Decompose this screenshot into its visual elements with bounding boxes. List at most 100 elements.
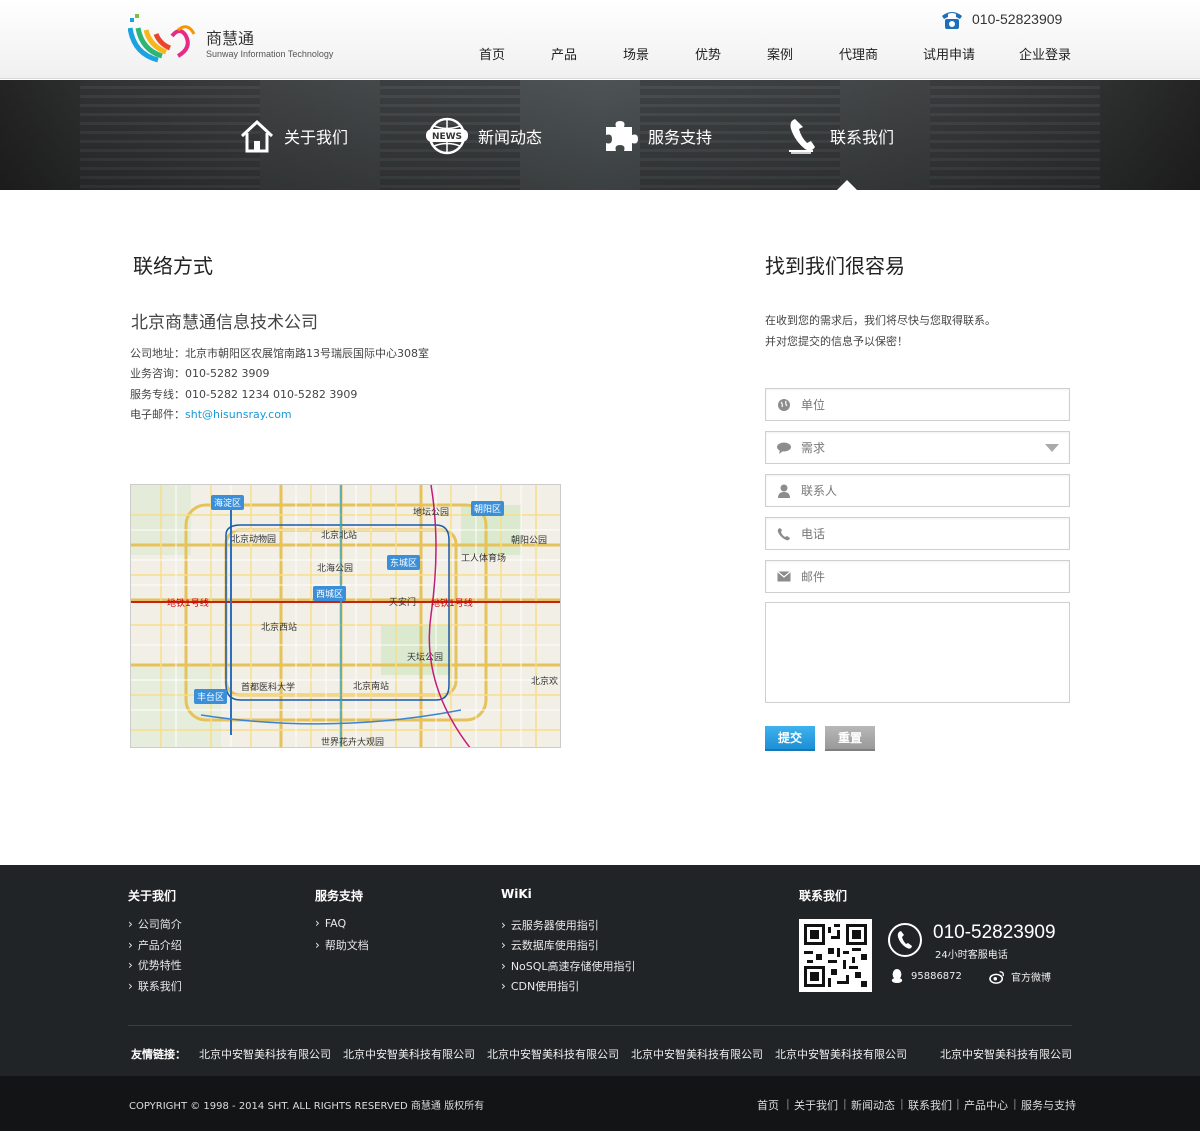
footer-phone-caption: 24小时客服电话 bbox=[935, 950, 1008, 961]
friend-link[interactable]: 北京中安智美科技有限公司 bbox=[199, 1046, 331, 1062]
footer-divider bbox=[128, 1025, 1072, 1026]
friend-link[interactable]: 北京中安智美科技有限公司 bbox=[343, 1046, 475, 1062]
bottom-nav-link[interactable]: 联系我们 bbox=[908, 1097, 952, 1113]
need-select[interactable] bbox=[765, 431, 1070, 464]
map-place: 北京南站 bbox=[353, 682, 390, 692]
footer-phone-number: 010-52823909 bbox=[933, 922, 1056, 943]
sub-nav-banner: 关于我们 NEWS 新闻动态 服务支持 联系我们 bbox=[0, 80, 1200, 190]
friend-link[interactable]: 北京中安智美科技有限公司 bbox=[631, 1046, 763, 1062]
weibo-link[interactable]: 官方微博 bbox=[989, 969, 1051, 984]
nav-scenarios[interactable]: 场景 bbox=[623, 44, 649, 63]
subnav-support-label: 服务支持 bbox=[648, 128, 713, 147]
bottom-nav-link[interactable]: 产品中心 bbox=[964, 1097, 1008, 1113]
footer-link[interactable]: 云数据库使用指引 bbox=[501, 937, 599, 953]
nav-cases[interactable]: 案例 bbox=[767, 44, 793, 63]
email-label: 电子邮件： bbox=[130, 408, 185, 421]
user-icon bbox=[777, 484, 791, 498]
form-intro-line2: 并对您提交的信息予以保密！ bbox=[765, 335, 908, 348]
qq-number: 95886872 bbox=[911, 970, 962, 982]
contact-person-field bbox=[765, 474, 1070, 507]
map-place: 天坛公园 bbox=[407, 653, 444, 663]
speech-bubble-icon bbox=[777, 441, 791, 455]
copyright-text: COPYRIGHT © 1998 - 2014 SHT. ALL RIGHTS … bbox=[129, 1101, 485, 1112]
footer-link[interactable]: CDN使用指引 bbox=[501, 978, 579, 994]
qq-contact[interactable]: 95886872 bbox=[889, 969, 962, 983]
friend-link[interactable]: 北京中安智美科技有限公司 bbox=[940, 1046, 1072, 1062]
reset-button[interactable]: 重置 bbox=[825, 726, 875, 751]
footer-wiki-title: WiKi bbox=[501, 887, 532, 901]
nav-home[interactable]: 首页 bbox=[479, 44, 505, 63]
news-globe-icon: NEWS bbox=[424, 117, 470, 155]
phone-handset-icon bbox=[888, 923, 922, 957]
footer-link[interactable]: 联系我们 bbox=[128, 978, 182, 994]
subnav-contact[interactable]: 联系我们 bbox=[784, 116, 894, 156]
form-intro-line1: 在收到您的需求后，我们将尽快与您取得联系。 bbox=[765, 314, 996, 327]
email-input[interactable] bbox=[801, 569, 1041, 584]
footer-link[interactable]: 公司简介 bbox=[128, 916, 182, 932]
service-row: 服务专线：010-5282 1234 010-5282 3909 bbox=[130, 386, 357, 402]
email-row: 电子邮件：sht@hisunsray.com bbox=[130, 406, 292, 422]
subnav-about-label: 关于我们 bbox=[284, 128, 349, 147]
unit-input[interactable] bbox=[801, 397, 1041, 412]
subnav-support[interactable]: 服务支持 bbox=[602, 116, 712, 156]
separator: | bbox=[956, 1097, 960, 1110]
subnav-about[interactable]: 关于我们 bbox=[238, 116, 348, 156]
nav-trial[interactable]: 试用申请 bbox=[923, 44, 975, 63]
header-phone-number: 010-52823909 bbox=[972, 11, 1063, 27]
qr-code-icon bbox=[804, 924, 867, 987]
chevron-down-icon[interactable] bbox=[1045, 444, 1059, 452]
consult-label: 业务咨询： bbox=[130, 367, 185, 380]
friend-link[interactable]: 北京中安智美科技有限公司 bbox=[775, 1046, 907, 1062]
location-map[interactable]: 海淀区 朝阳区 东城区 西城区 丰台区 北京动物园 北京北站 地坛公园 朝阳公园… bbox=[130, 484, 561, 748]
map-subway-line: 地铁1号线 bbox=[431, 599, 473, 609]
contact-person-input[interactable] bbox=[801, 483, 1041, 498]
nav-products[interactable]: 产品 bbox=[551, 44, 577, 63]
footer-link[interactable]: FAQ bbox=[315, 916, 346, 930]
main-nav: 首页 产品 场景 优势 案例 代理商 试用申请 企业登录 bbox=[0, 44, 1200, 63]
globe-icon bbox=[777, 398, 791, 412]
map-place: 天安门 bbox=[389, 598, 417, 608]
map-place: 北京动物园 bbox=[231, 535, 277, 545]
map-place: 北京西站 bbox=[261, 623, 298, 633]
consult-value: 010-5282 3909 bbox=[185, 367, 270, 380]
company-name: 北京商慧通信息技术公司 bbox=[131, 313, 318, 333]
map-place: 首都医科大学 bbox=[241, 683, 296, 693]
phone-icon bbox=[777, 527, 791, 541]
footer-link[interactable]: 帮助文档 bbox=[315, 937, 369, 953]
bottom-nav-link[interactable]: 关于我们 bbox=[794, 1097, 838, 1113]
subnav-news[interactable]: NEWS 新闻动态 bbox=[424, 116, 542, 156]
phone-input[interactable] bbox=[801, 526, 1041, 541]
nav-agents[interactable]: 代理商 bbox=[839, 44, 878, 63]
separator: | bbox=[786, 1097, 790, 1110]
subnav-news-label: 新闻动态 bbox=[478, 128, 543, 147]
footer-link[interactable]: 产品介绍 bbox=[128, 937, 182, 953]
footer-support-title: 服务支持 bbox=[315, 889, 364, 903]
bottom-bar: COPYRIGHT © 1998 - 2014 SHT. ALL RIGHTS … bbox=[0, 1076, 1200, 1131]
message-textarea[interactable] bbox=[765, 602, 1070, 703]
mail-icon bbox=[777, 570, 791, 584]
separator: | bbox=[843, 1097, 847, 1110]
bottom-nav-link[interactable]: 新闻动态 bbox=[851, 1097, 895, 1113]
friend-link[interactable]: 北京中安智美科技有限公司 bbox=[487, 1046, 619, 1062]
site-footer: 关于我们 公司简介 产品介绍 优势特性 联系我们 服务支持 FAQ 帮助文档 W… bbox=[0, 865, 1200, 1076]
map-place: 地坛公园 bbox=[413, 508, 450, 518]
weibo-icon bbox=[989, 970, 1004, 984]
footer-link[interactable]: 云服务器使用指引 bbox=[501, 917, 599, 933]
address-value: 北京市朝阳区农展馆南路13号瑞辰国际中心308室 bbox=[185, 347, 429, 360]
telephone-icon bbox=[942, 12, 962, 29]
bottom-nav-link[interactable]: 服务与支持 bbox=[1021, 1097, 1076, 1113]
email-link[interactable]: sht@hisunsray.com bbox=[185, 408, 292, 421]
map-place: 世界花卉大观园 bbox=[321, 738, 385, 748]
address-row: 公司地址：北京市朝阳区农展馆南路13号瑞辰国际中心308室 bbox=[130, 345, 429, 361]
nav-advantages[interactable]: 优势 bbox=[695, 44, 721, 63]
footer-link[interactable]: NoSQL高速存储使用指引 bbox=[501, 958, 636, 974]
separator: | bbox=[900, 1097, 904, 1110]
footer-link[interactable]: 优势特性 bbox=[128, 957, 182, 973]
bottom-nav-link[interactable]: 首页 bbox=[757, 1097, 779, 1113]
service-label: 服务专线： bbox=[130, 388, 185, 401]
map-place: 北京欢 bbox=[531, 677, 559, 687]
nav-login[interactable]: 企业登录 bbox=[1019, 44, 1071, 63]
need-input[interactable] bbox=[801, 440, 1041, 455]
puzzle-icon bbox=[602, 117, 640, 155]
submit-button[interactable]: 提交 bbox=[765, 726, 815, 751]
